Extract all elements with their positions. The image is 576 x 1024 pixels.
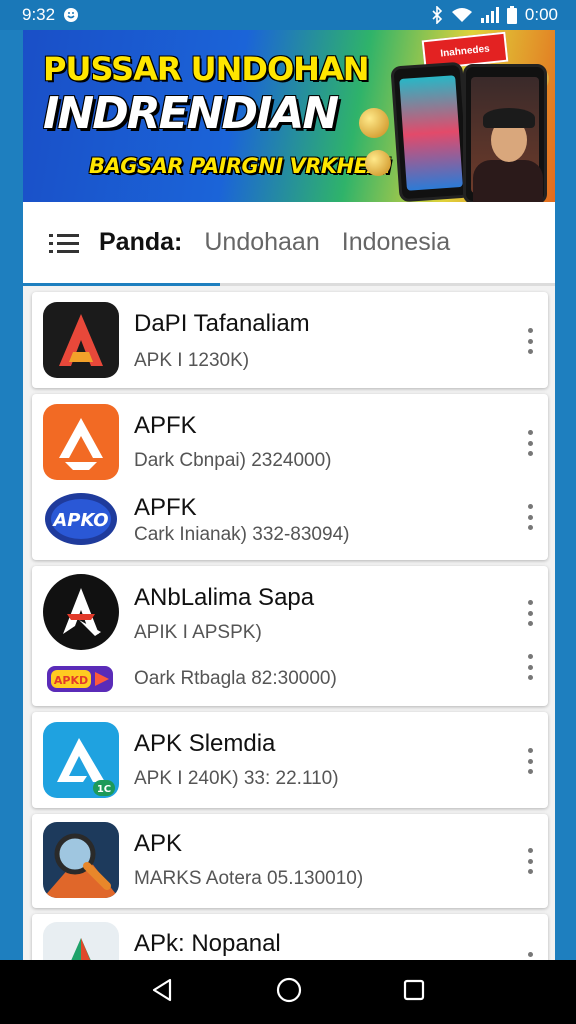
- phone-illustration: [390, 61, 472, 202]
- black-plane-icon: [43, 574, 119, 650]
- tab-indicator: [23, 283, 220, 286]
- apko-logo-icon: APKO: [43, 488, 119, 550]
- recents-icon[interactable]: [402, 978, 426, 1007]
- more-options-icon[interactable]: [526, 430, 534, 456]
- app-subtitle: APK I 1230K): [134, 350, 250, 371]
- notification-icon: [63, 7, 79, 23]
- bluetooth-icon: [431, 6, 443, 24]
- battery-icon: [506, 6, 517, 24]
- status-time-right: 0:00: [524, 5, 558, 24]
- app-title: APFK: [134, 412, 197, 439]
- app-subtitle: Cark Inianak) 332-83094): [134, 524, 350, 545]
- more-options-icon[interactable]: [526, 600, 534, 626]
- more-options-icon[interactable]: [526, 654, 534, 680]
- status-left: 9:32: [22, 5, 79, 25]
- app-title: APK Slemdia: [134, 730, 276, 757]
- app-card[interactable]: ANbLalima Sapa APIK I APSPK) APKD Oark R…: [32, 566, 548, 706]
- green-a-icon: [43, 922, 119, 960]
- signal-icon: [480, 7, 499, 23]
- magnifier-icon: [43, 822, 119, 898]
- app-title: ANbLalima Sapa: [134, 584, 315, 611]
- home-icon[interactable]: [275, 976, 303, 1009]
- person-illustration: [473, 160, 543, 202]
- navigation-bar: [0, 960, 576, 1024]
- app-card[interactable]: 1C APK Slemdia APK I 240K) 33: 22.110): [32, 712, 548, 808]
- app-card[interactable]: APk: Nopanal: [32, 914, 548, 960]
- menu-icon[interactable]: [49, 232, 79, 254]
- banner-title-line1: PUSSAR UNDOHAN: [43, 50, 369, 88]
- more-options-icon[interactable]: [526, 328, 534, 354]
- app-subtitle: MARKS Aotera 05.130010): [134, 868, 364, 889]
- red-a-icon: [43, 302, 119, 378]
- app-frame: PUSSAR UNDOHAN INDRENDIAN BAGSAR PAIRGNI…: [23, 30, 555, 960]
- more-options-icon[interactable]: [526, 748, 534, 774]
- more-options-icon[interactable]: [526, 504, 534, 530]
- app-subtitle: APIK I APSPK): [134, 622, 262, 643]
- blue-a-icon: 1C: [43, 722, 119, 798]
- status-right: 0:00: [431, 5, 558, 25]
- cap-icon: [483, 108, 535, 128]
- icon-badge-text: 1C: [97, 784, 111, 795]
- app-card[interactable]: DaPI Tafanaliam APK I 1230K): [32, 292, 548, 388]
- ticket-logo-text: APKD: [54, 674, 88, 687]
- app-card[interactable]: APFK Dark Cbnpai) 2324000) APKO APFK Car…: [32, 394, 548, 560]
- coin-icon: [365, 150, 391, 176]
- app-title: APFK: [134, 494, 197, 521]
- tab-indonesia[interactable]: Indonesia: [342, 228, 450, 257]
- app-subtitle: Dark Cbnpai) 2324000): [134, 450, 332, 471]
- app-subtitle: Oark Rtbagla 82:30000): [134, 668, 337, 689]
- tab-bar: Panda: Undohaan Indonesia: [23, 202, 555, 286]
- more-options-icon[interactable]: [526, 848, 534, 874]
- ticket-logo-icon: APKD: [43, 662, 119, 696]
- more-options-icon[interactable]: [526, 952, 534, 960]
- apko-logo-text: APKO: [51, 510, 108, 531]
- banner-subtitle: BAGSAR PAIRGNI VRKHEAI: [89, 154, 391, 178]
- app-subtitle: APK I 240K) 33: 22.110): [134, 768, 339, 789]
- orange-arrow-icon: [43, 404, 119, 480]
- app-title: APK: [134, 830, 183, 857]
- tab-panda[interactable]: Panda:: [99, 228, 182, 257]
- banner-title-line2: INDRENDIAN: [43, 88, 339, 139]
- tab-undohaan[interactable]: Undohaan: [204, 228, 319, 257]
- app-card[interactable]: APK MARKS Aotera 05.130010): [32, 814, 548, 908]
- app-title: APk: Nopanal: [134, 930, 281, 957]
- back-icon[interactable]: [150, 977, 176, 1008]
- status-bar: 9:32 0:00: [0, 0, 576, 30]
- wifi-icon: [451, 7, 473, 23]
- promo-banner[interactable]: PUSSAR UNDOHAN INDRENDIAN BAGSAR PAIRGNI…: [23, 30, 555, 202]
- coin-icon: [359, 108, 389, 138]
- status-time: 9:32: [22, 5, 56, 24]
- app-title: DaPI Tafanaliam: [134, 310, 310, 337]
